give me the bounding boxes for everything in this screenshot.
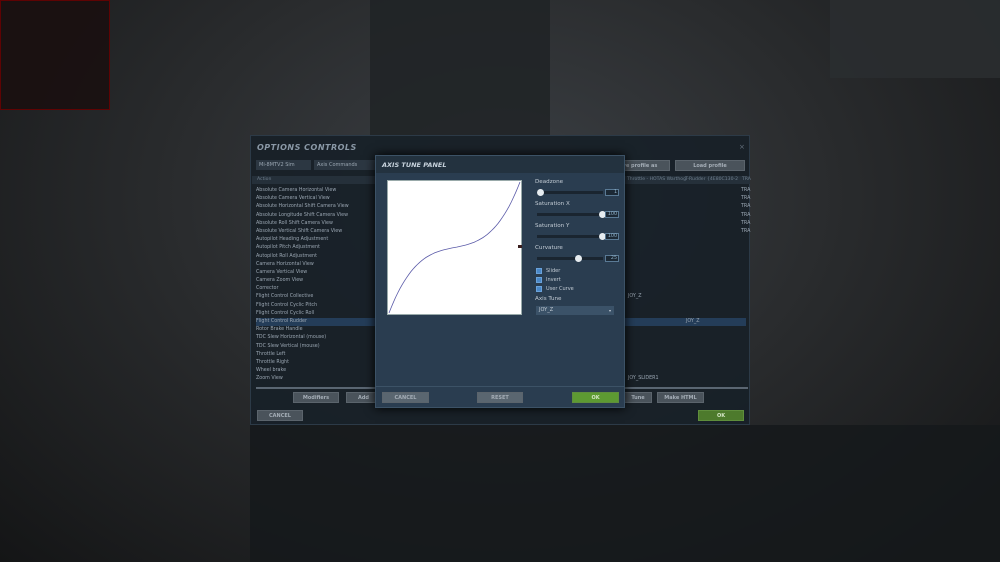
slider-checkbox[interactable]: Slider bbox=[536, 267, 574, 276]
action-label: Flight Control Rudder bbox=[256, 319, 307, 324]
saturation-y-label: Saturation Y bbox=[535, 223, 570, 229]
panel-ok-button[interactable]: OK bbox=[572, 392, 619, 403]
deadzone-label: Deadzone bbox=[535, 179, 564, 185]
curvature-label: Curvature bbox=[535, 245, 563, 251]
action-label: Absolute Camera Horizontal View bbox=[256, 188, 337, 193]
panel-cancel-button[interactable]: CANCEL bbox=[382, 392, 429, 403]
action-label: Absolute Vertical Shift Camera View bbox=[256, 228, 343, 234]
binding-cell[interactable]: JOY_Z bbox=[686, 318, 700, 326]
action-label: Flight Control Cyclic Roll bbox=[256, 310, 315, 316]
instrument-panel bbox=[250, 425, 1000, 562]
action-label: Absolute Camera Vertical View bbox=[256, 196, 330, 202]
checkbox-icon[interactable] bbox=[536, 285, 542, 292]
tune-button[interactable]: Tune bbox=[624, 392, 652, 403]
action-label: Throttle Right bbox=[256, 359, 289, 365]
chevron-down-icon: ▾ bbox=[608, 308, 611, 313]
binding-cell[interactable]: TRA bbox=[741, 203, 750, 211]
action-label: Flight Control Collective bbox=[256, 294, 314, 300]
load-profile-button[interactable]: Load profile bbox=[675, 160, 745, 171]
close-icon[interactable]: × bbox=[739, 143, 745, 151]
saturation-x-value[interactable]: 100 bbox=[605, 211, 619, 218]
axis-tune-label: Axis Tune bbox=[535, 296, 562, 302]
action-label: Flight Control Cyclic Pitch bbox=[256, 302, 318, 308]
deadzone-slider[interactable] bbox=[537, 189, 603, 196]
invert-label: Invert bbox=[546, 277, 561, 283]
action-label: Corrector bbox=[256, 286, 279, 292]
user-curve-label: User Curve bbox=[546, 286, 574, 292]
panel-title: AXIS TUNE PANEL bbox=[376, 156, 624, 173]
hud-display bbox=[830, 0, 1000, 78]
category-dropdown[interactable]: Axis Commands bbox=[314, 160, 384, 170]
slider-knob[interactable] bbox=[575, 255, 582, 262]
curve-graph bbox=[387, 180, 522, 315]
axis-position-marker bbox=[518, 245, 522, 248]
column-throttle[interactable]: Throttle - HOTAS Warthog bbox=[627, 177, 686, 182]
saturation-x-slider[interactable] bbox=[537, 211, 606, 218]
ok-button[interactable]: OK bbox=[698, 410, 744, 421]
user-curve-checkbox[interactable]: User Curve bbox=[536, 285, 574, 294]
window-title: OPTIONS CONTROLS bbox=[257, 143, 357, 152]
column-tra[interactable]: TRA bbox=[742, 177, 751, 182]
column-rudder[interactable]: T-Rudder {4E80C130-2 bbox=[685, 177, 738, 182]
slider-knob[interactable] bbox=[537, 189, 544, 196]
cancel-button[interactable]: CANCEL bbox=[257, 410, 303, 421]
action-label: Absolute Roll Shift Camera View bbox=[256, 220, 333, 226]
cockpit-frame-top bbox=[370, 0, 550, 135]
checkbox-icon[interactable] bbox=[536, 267, 542, 274]
action-label: Absolute Longitude Shift Camera View bbox=[256, 212, 349, 218]
modifiers-button[interactable]: Modifiers bbox=[293, 392, 339, 403]
curvature-slider[interactable] bbox=[537, 255, 603, 262]
axis-tune-panel: AXIS TUNE PANEL Deadzone 1 Saturation X … bbox=[375, 155, 625, 408]
action-label: TDC Slew Horizontal (mouse) bbox=[256, 335, 327, 341]
action-label: Camera Zoom View bbox=[256, 278, 304, 284]
response-curve bbox=[388, 181, 521, 314]
saturation-x-label: Saturation X bbox=[535, 201, 570, 207]
binding-cell[interactable]: JOY_Z bbox=[628, 293, 642, 301]
action-label: Absolute Horizontal Shift Camera View bbox=[256, 204, 349, 210]
axis-tune-dropdown[interactable]: JOY_Z ▾ bbox=[536, 306, 614, 315]
axis-tune-value: JOY_Z bbox=[539, 307, 554, 313]
reset-button[interactable]: RESET bbox=[477, 392, 523, 403]
action-label: Autopilot Roll Adjustment bbox=[256, 253, 317, 259]
action-label: Throttle Left bbox=[256, 351, 286, 357]
column-action[interactable]: Action bbox=[257, 177, 271, 182]
binding-cell[interactable]: TRA bbox=[741, 195, 750, 203]
action-label: Camera Vertical View bbox=[256, 269, 308, 275]
action-label: Autopilot Heading Adjustment bbox=[256, 237, 329, 243]
slider-label: Slider bbox=[546, 268, 561, 274]
curve-line bbox=[388, 181, 521, 314]
deadzone-value[interactable]: 1 bbox=[605, 189, 619, 196]
binding-cell[interactable]: TRA bbox=[741, 212, 750, 220]
binding-cell[interactable]: JOY_SLIDER1 bbox=[628, 375, 659, 383]
action-label: Autopilot Pitch Adjustment bbox=[256, 245, 320, 251]
aircraft-dropdown[interactable]: Mi-8MTV2 Sim bbox=[256, 160, 311, 170]
divider bbox=[376, 386, 624, 387]
cockpit-frame-left bbox=[0, 0, 110, 110]
action-label: Wheel brake bbox=[256, 368, 287, 374]
action-label: Zoom View bbox=[256, 376, 283, 382]
binding-cell[interactable]: TRA bbox=[741, 228, 750, 236]
action-label: TDC Slew Vertical (mouse) bbox=[256, 343, 320, 349]
action-label: Rotor Brake Handle bbox=[256, 327, 303, 333]
curvature-value[interactable]: 25 bbox=[605, 255, 619, 262]
make-html-button[interactable]: Make HTML bbox=[657, 392, 704, 403]
checkbox-icon[interactable] bbox=[536, 276, 542, 283]
binding-cell[interactable]: TRA bbox=[741, 187, 750, 195]
saturation-y-value[interactable]: 100 bbox=[605, 233, 619, 240]
saturation-y-slider[interactable] bbox=[537, 233, 606, 240]
binding-cell[interactable]: TRA bbox=[741, 220, 750, 228]
action-label: Camera Horizontal View bbox=[256, 261, 314, 267]
invert-checkbox[interactable]: Invert bbox=[536, 276, 574, 285]
